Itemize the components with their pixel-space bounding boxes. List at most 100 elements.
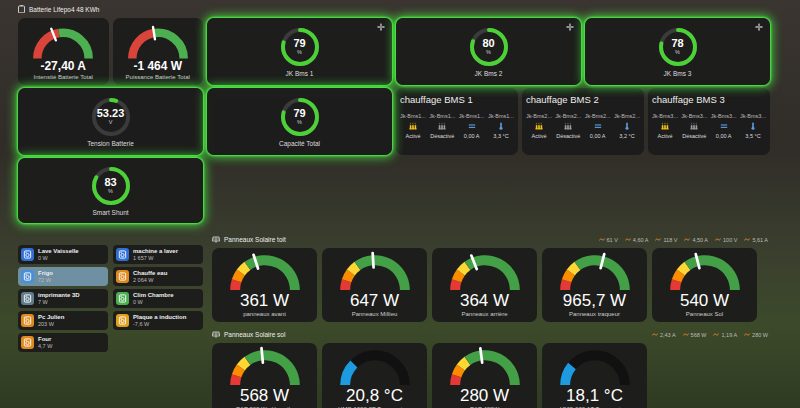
heater-card[interactable]: chauffage BMS 2Jk-Bms2...ActivéJk-Bms2..… — [522, 88, 644, 155]
gauge-card[interactable]: 20,8 °CHMS-1000-2T Temperature — [322, 343, 427, 408]
current-icon — [468, 122, 476, 130]
heater-entity[interactable]: Jk-Bms2...3,2 °C — [614, 113, 640, 139]
heater-entity[interactable]: Jk-Bms1...Désactivé — [429, 113, 455, 139]
device-tile[interactable]: Chauffe eau2 064 W — [113, 267, 203, 286]
device-list: Lave Vaisselle0 W machine a laver1 657 W F… — [18, 245, 203, 408]
device-icon — [116, 270, 129, 283]
badge[interactable]: 1,19 A — [713, 332, 737, 338]
gauge-card[interactable]: 361 Wpanneaux avant — [212, 248, 317, 322]
heater-entity[interactable]: Jk-Bms1...Activé — [400, 113, 426, 139]
heater-entity[interactable]: Jk-Bms1...3,3 °C — [488, 113, 514, 139]
gauge-label: Panneaux Millieu — [352, 311, 398, 319]
device-power: 0 W — [38, 255, 79, 262]
section-title-row: Panneaux Solaire toit — [212, 236, 286, 243]
heater-card[interactable]: chauffage BMS 1Jk-Bms1...ActivéJk-Bms1..… — [396, 88, 518, 155]
heater-entity[interactable]: Jk-Bms2...Activé — [526, 113, 552, 139]
device-tile[interactable]: machine a laver1 657 W — [113, 245, 203, 264]
ring-value: 79 — [293, 38, 305, 49]
gauge-value: 18,1 °C — [566, 387, 623, 406]
gauge-card[interactable]: 540 WPanneaux Sol — [652, 248, 757, 322]
heater-entity[interactable]: Jk-Bms1...0,00 A — [459, 113, 485, 139]
ring-center: 78% — [658, 27, 698, 67]
device-icon — [21, 314, 34, 327]
gauge-arc — [30, 25, 96, 60]
sensor-icon — [744, 237, 750, 242]
badge-list: 61 V 4,60 A 118 V 4,50 A 100 V 5,61 A — [599, 237, 773, 243]
gauge-card[interactable]: 647 WPanneaux Millieu — [322, 248, 427, 322]
gauge-value: 965,7 W — [563, 292, 626, 311]
ring-center: 80% — [469, 27, 509, 67]
badge[interactable]: 2,43 A — [652, 332, 676, 338]
sensor-card[interactable]: 83%Smart Shunt — [18, 158, 203, 223]
sensor-card[interactable]: 80%JK Bms 2 — [396, 18, 581, 85]
badge[interactable]: 5,61 A — [744, 237, 768, 243]
device-tile[interactable]: Pc Julien203 W — [18, 311, 108, 330]
badge[interactable]: 4,60 A — [625, 237, 649, 243]
gauge-card[interactable]: -1 464 WPuissance Batterie Total — [113, 18, 204, 85]
section-header: Panneaux Solaire toit 61 V 4,60 A 118 V 4,50… — [212, 233, 772, 246]
gauge-label: HMS-1000-2T Temperature — [338, 406, 411, 408]
badge-text: 280 W — [752, 332, 768, 338]
entity-value: 3,5 °C — [745, 133, 760, 139]
device-icon — [116, 292, 129, 305]
heater-entity[interactable]: Jk-Bms2...Désactivé — [555, 113, 581, 139]
gauge-label: HMS-600-1T Temperature — [560, 406, 629, 408]
device-tile[interactable]: Four4,7 W — [18, 333, 108, 352]
heater-entity[interactable]: Jk-Bms3...Désactivé — [681, 113, 707, 139]
sensor-card[interactable]: 78%JK Bms 3 — [585, 18, 770, 85]
solar-panel-icon — [212, 236, 220, 243]
ring-unit: % — [297, 50, 302, 56]
heater-card[interactable]: chauffage BMS 3Jk-Bms3...ActivéJk-Bms3..… — [648, 88, 770, 155]
device-tile[interactable]: Lave Vaisselle0 W — [18, 245, 108, 264]
heater-entity[interactable]: Jk-Bms3...3,5 °C — [740, 113, 766, 139]
sensor-card[interactable]: 79%Capacité Total — [207, 88, 392, 155]
heater-title: chauffage BMS 2 — [526, 94, 640, 105]
device-tile[interactable]: Plaque a induction-7,6 W — [113, 311, 203, 330]
sensor-card[interactable]: 53.23VTension Batterie — [18, 88, 203, 155]
heater-entity[interactable]: Jk-Bms3...Activé — [652, 113, 678, 139]
ring-fill — [283, 100, 317, 134]
entity-value: Désactivé — [682, 133, 706, 139]
sensor-label: Tension Batterie — [87, 140, 134, 147]
sensor-label: Smart Shunt — [92, 209, 128, 216]
sensor-icon — [683, 332, 689, 337]
section-title: Panneaux Solaire sol — [224, 331, 285, 338]
gauge-arc — [337, 346, 413, 387]
sensor-card[interactable]: 79%JK Bms 1 — [207, 18, 392, 85]
badge[interactable]: 61 V — [599, 237, 618, 243]
gauge-value: 364 W — [460, 292, 509, 311]
gauge-needle — [695, 254, 699, 268]
gauge-card[interactable]: 18,1 °CHMS-600-1T Temperature — [542, 343, 647, 408]
fan-icon[interactable] — [755, 23, 763, 31]
device-name: imprimante 3D — [38, 292, 80, 299]
ring-gauge: 80% — [469, 27, 509, 67]
gauge-card[interactable]: -27,40 AIntensité Batterie Total — [18, 18, 109, 85]
sensor-icon — [625, 237, 631, 242]
badge[interactable]: 118 V — [655, 237, 677, 243]
ring-gauge: 78% — [658, 27, 698, 67]
badge[interactable]: 280 W — [744, 332, 768, 338]
device-name: Pc Julien — [38, 314, 64, 321]
gauge-needle — [253, 255, 257, 269]
device-tile[interactable]: Clim Chambre0 W — [113, 289, 203, 308]
fan-icon[interactable] — [566, 23, 574, 31]
gauge-card[interactable]: 568 WP&P 960 Wc Hoymile — [212, 343, 317, 408]
badge[interactable]: 100 V — [715, 237, 737, 243]
badge-text: 1,19 A — [721, 332, 737, 338]
heater-entity[interactable]: Jk-Bms3...0,00 A — [711, 113, 737, 139]
fan-icon[interactable] — [377, 23, 385, 31]
gauge-card[interactable]: 965,7 WPanneaux traqueur — [542, 248, 647, 322]
device-text: Plaque a induction-7,6 W — [133, 314, 186, 328]
entity-value: 3,2 °C — [619, 133, 634, 139]
device-tile[interactable]: Frigo72 W — [18, 267, 108, 286]
current-icon — [594, 122, 602, 130]
device-tile[interactable]: imprimante 3D7 W — [18, 289, 108, 308]
gauge-card[interactable]: 280 WP&P 400W — [432, 343, 537, 408]
gauge-needle — [471, 256, 476, 269]
heater-entity[interactable]: Jk-Bms2...0,00 A — [585, 113, 611, 139]
gauge-label: panneaux avant — [243, 311, 286, 319]
badge[interactable]: 568 W — [683, 332, 707, 338]
badge[interactable]: 4,50 A — [684, 237, 708, 243]
gauge-card[interactable]: 364 WPanneaux arrière — [432, 248, 537, 322]
ring-unit: % — [108, 189, 113, 195]
